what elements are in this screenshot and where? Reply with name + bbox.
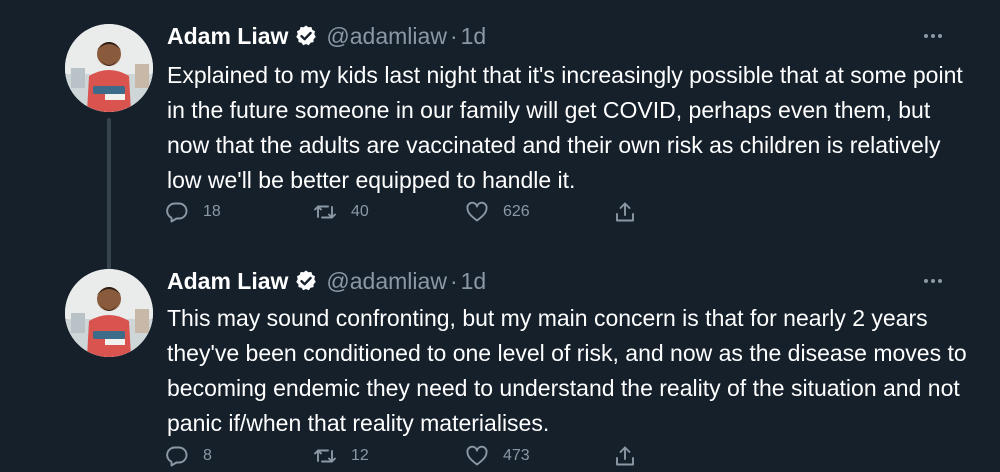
retweet-icon: [314, 205, 336, 219]
more-options-icon[interactable]: [921, 24, 945, 48]
retweet-count: 40: [351, 203, 369, 220]
more-options-icon[interactable]: [921, 269, 945, 293]
author-handle[interactable]: @adamliaw: [326, 268, 447, 295]
reply-button[interactable]: 8: [165, 443, 212, 469]
tweet-header: Adam Liaw @adamliaw · 1d: [167, 266, 486, 296]
reply-count: 8: [203, 447, 212, 464]
avatar-photo: [65, 24, 153, 112]
reply-count: 18: [203, 203, 221, 220]
like-button[interactable]: 626: [465, 199, 530, 225]
verified-badge-icon: [296, 270, 317, 291]
author-name[interactable]: Adam Liaw: [167, 268, 288, 295]
tweet-timestamp[interactable]: 1d: [461, 23, 487, 50]
tweet-text: This may sound confronting, but my main …: [167, 305, 967, 436]
tweet-actions: 18 40 626: [165, 199, 645, 225]
share-button[interactable]: [613, 443, 637, 469]
share-icon: [616, 446, 634, 466]
tweet-timestamp[interactable]: 1d: [461, 268, 487, 295]
share-icon: [616, 202, 634, 222]
separator-dot: ·: [449, 22, 458, 49]
avatar[interactable]: [65, 269, 153, 357]
retweet-button[interactable]: 12: [313, 443, 369, 469]
like-count: 473: [503, 447, 530, 464]
reply-button[interactable]: 18: [165, 199, 221, 225]
like-button[interactable]: 473: [465, 443, 530, 469]
tweet-actions: 8 12 473: [165, 443, 645, 469]
separator-dot: ·: [449, 267, 458, 294]
author-name[interactable]: Adam Liaw: [167, 23, 288, 50]
tweet[interactable]: Adam Liaw @adamliaw · 1d Explained to my…: [0, 0, 1000, 270]
avatar-photo: [65, 269, 153, 357]
tweet-text: Explained to my kids last night that it'…: [167, 62, 963, 193]
like-heart-icon: [466, 201, 488, 222]
retweet-button[interactable]: 40: [313, 199, 369, 225]
retweet-count: 12: [351, 447, 369, 464]
author-handle[interactable]: @adamliaw: [326, 23, 447, 50]
tweet-header: Adam Liaw @adamliaw · 1d: [167, 21, 486, 51]
reply-icon: [166, 446, 188, 467]
retweet-icon: [314, 449, 336, 463]
like-heart-icon: [466, 445, 488, 466]
share-button[interactable]: [613, 199, 637, 225]
avatar[interactable]: [65, 24, 153, 112]
tweet[interactable]: Adam Liaw @adamliaw · 1d This may sound …: [0, 245, 1000, 472]
verified-badge-icon: [296, 25, 317, 46]
reply-icon: [166, 202, 188, 223]
like-count: 626: [503, 203, 530, 220]
